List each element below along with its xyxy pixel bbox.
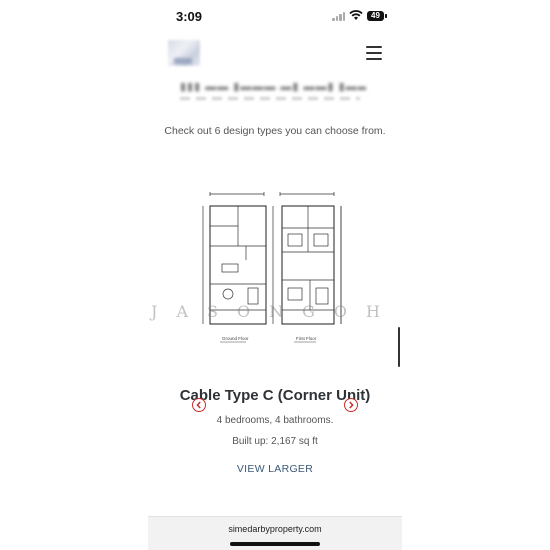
floor-plan-image[interactable]: Ground Floor First Floor xyxy=(198,188,356,360)
first-floor-label: First Floor xyxy=(296,336,317,341)
intro-text: Check out 6 design types you can choose … xyxy=(164,125,386,137)
wifi-icon xyxy=(349,10,363,20)
chevron-left-icon xyxy=(196,401,201,409)
battery-tip xyxy=(385,14,387,18)
design-title: Cable Type C (Corner Unit) xyxy=(179,387,371,404)
url-text[interactable]: simedarbyproperty.com xyxy=(148,524,402,534)
next-button[interactable] xyxy=(344,398,358,412)
cellular-signal-icon xyxy=(332,11,346,21)
browser-url-bar[interactable]: simedarbyproperty.com xyxy=(148,516,402,550)
view-larger-link[interactable]: VIEW LARGER xyxy=(148,463,402,475)
section-heading-underline xyxy=(180,97,360,100)
right-background xyxy=(402,0,550,550)
chevron-right-icon xyxy=(349,401,354,409)
built-up-text: Built up: 2,167 sq ft xyxy=(232,436,318,447)
status-time: 3:09 xyxy=(176,9,203,24)
property-logo-icon[interactable] xyxy=(168,40,200,66)
ground-floor-label: Ground Floor xyxy=(222,336,249,341)
previous-button[interactable] xyxy=(192,398,206,412)
left-background xyxy=(0,0,148,550)
section-heading-blurred: ▮▮▮ ▬▬ ▮▬▬▬ ▬▮ ▬▬▮ ▮▬▬ ▬▬▮ xyxy=(180,81,366,93)
watermark: JASONGOH xyxy=(151,302,399,321)
battery-icon: 49 xyxy=(367,11,384,21)
phone-screen: 3:09 49 ▮▮▮ ▬▬ ▮▬▬▬ ▬▮ ▬▬▮ ▮▬▬ ▬▬▮ Check… xyxy=(148,0,402,550)
hamburger-menu-icon[interactable] xyxy=(366,46,382,60)
rooms-text: 4 bedrooms, 4 bathrooms. xyxy=(216,415,334,426)
status-bar: 3:09 49 xyxy=(148,0,402,32)
scrollbar[interactable] xyxy=(398,327,400,367)
home-indicator[interactable] xyxy=(230,542,320,546)
